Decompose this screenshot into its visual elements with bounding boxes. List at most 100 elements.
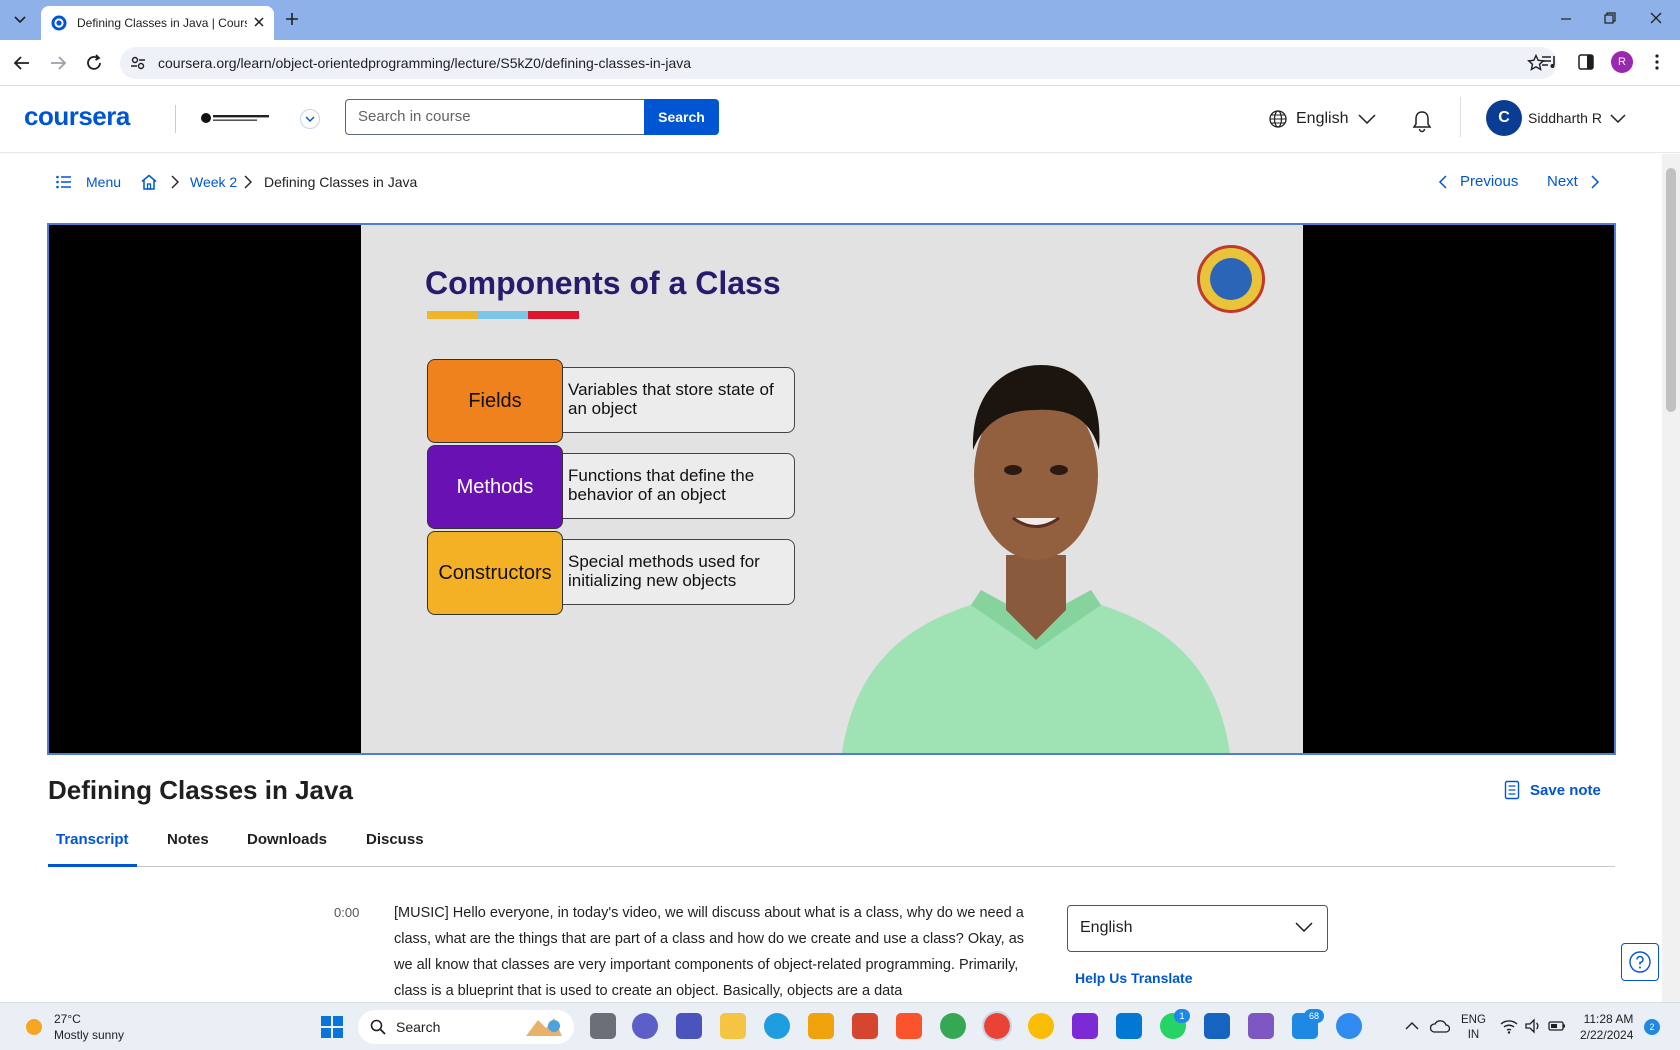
site-settings-icon[interactable] <box>130 55 146 71</box>
taskbar-search[interactable]: Search <box>358 1010 574 1044</box>
component-label: Fields <box>427 359 563 443</box>
header-divider <box>175 105 176 133</box>
previous-item-button[interactable]: Previous <box>1438 173 1518 190</box>
component-description: Special methods used for initializing ne… <box>547 539 795 605</box>
transcript-language-select[interactable]: English <box>1067 905 1328 952</box>
close-tab-icon[interactable] <box>252 15 266 29</box>
slide-title: Components of a Class <box>425 265 781 301</box>
kebab-menu-icon[interactable] <box>1648 53 1666 71</box>
restore-icon[interactable] <box>1602 10 1618 26</box>
save-note-button[interactable]: Save note <box>1504 780 1601 800</box>
cloud-drive-icon[interactable] <box>1430 1017 1450 1035</box>
breadcrumb-week-link[interactable]: Week 2 <box>190 174 237 190</box>
coursera-logo[interactable]: coursera <box>24 101 130 132</box>
course-search-input[interactable]: Search in course <box>345 99 645 135</box>
microsoft-store-icon[interactable] <box>808 1013 834 1039</box>
notification-count-badge[interactable]: 2 <box>1644 1019 1660 1035</box>
vscode-icon[interactable] <box>1116 1013 1142 1039</box>
file-explorer-icon[interactable] <box>720 1013 746 1039</box>
transcript-text[interactable]: [MUSIC] Hello everyone, in today's video… <box>394 900 1036 1002</box>
windows-start-icon[interactable] <box>321 1016 343 1038</box>
reload-icon[interactable] <box>84 53 104 73</box>
help-us-translate-link[interactable]: Help Us Translate <box>1075 970 1193 986</box>
scrollbar-thumb[interactable] <box>1666 168 1676 412</box>
wifi-icon[interactable] <box>1500 1018 1518 1034</box>
system-clock[interactable]: 11:28 AM 2/22/2024 <box>1580 1011 1633 1043</box>
intellij-icon[interactable] <box>1072 1013 1098 1039</box>
address-bar[interactable]: coursera.org/learn/object-orientedprogra… <box>120 47 1557 79</box>
windows-taskbar: 27°C Mostly sunny Search 1 68 ENG IN 11:… <box>0 1002 1680 1050</box>
back-arrow-icon[interactable] <box>12 53 32 73</box>
partner-university-logo[interactable] <box>200 112 276 124</box>
tab-transcript[interactable]: Transcript <box>48 831 137 867</box>
video-player[interactable]: Components of a Class Variables that sto… <box>47 223 1616 755</box>
remote-app-icon[interactable] <box>1204 1013 1230 1039</box>
notifications-bell-icon[interactable] <box>1410 109 1434 133</box>
browser-toolbar: coursera.org/learn/object-orientedprogra… <box>0 40 1680 86</box>
weather-temperature: 27°C <box>54 1012 81 1026</box>
next-label: Next <box>1547 173 1578 190</box>
task-view-icon[interactable] <box>590 1013 616 1039</box>
media-controls-icon[interactable] <box>1540 53 1558 71</box>
page-scrollbar[interactable] <box>1662 154 1680 1002</box>
input-region-code: IN <box>1467 1029 1480 1041</box>
tab-downloads[interactable]: Downloads <box>239 831 335 867</box>
chevron-up-icon[interactable] <box>1405 1021 1419 1031</box>
whatsapp-badge: 1 <box>1174 1009 1190 1023</box>
partner-dropdown-button[interactable] <box>300 109 320 129</box>
snipping-tool-icon[interactable] <box>852 1013 878 1039</box>
chevron-right-icon <box>244 175 252 189</box>
speaker-icon[interactable] <box>1524 1018 1542 1034</box>
chevron-down-icon <box>1358 114 1377 124</box>
language-selector[interactable]: English <box>1268 109 1377 129</box>
teams-icon[interactable] <box>676 1013 702 1039</box>
clock-date: 2/22/2024 <box>1580 1028 1634 1042</box>
side-panel-icon[interactable] <box>1577 53 1595 71</box>
transcript-timestamp[interactable]: 0:00 <box>334 905 359 920</box>
new-tab-icon[interactable] <box>283 10 301 28</box>
forward-arrow-icon[interactable] <box>48 53 68 73</box>
chrome-icon[interactable] <box>1028 1013 1054 1039</box>
close-window-icon[interactable] <box>1648 10 1664 26</box>
slide-component-row: Functions that define the behavior of an… <box>427 445 797 529</box>
chrome-active-icon[interactable] <box>982 1011 1012 1041</box>
url-text: coursera.org/learn/object-orientedprogra… <box>158 55 692 71</box>
clock-time: 11:28 AM <box>1583 1012 1634 1026</box>
bird-app-icon[interactable] <box>1336 1013 1362 1039</box>
transcript-language-value: English <box>1080 919 1133 936</box>
browser-tab-active[interactable]: Defining Classes in Java | Coursera <box>41 6 274 40</box>
chevron-right-icon <box>171 175 179 189</box>
coursera-header: coursera Search in course Search English… <box>0 87 1680 153</box>
component-description: Variables that store state of an object <box>547 367 795 433</box>
search-icon <box>370 1019 386 1035</box>
home-icon[interactable] <box>140 173 158 191</box>
header-divider <box>1460 97 1461 137</box>
tab-title: Defining Classes in Java | Coursera <box>77 16 247 30</box>
slide-component-row: Special methods used for initializing ne… <box>427 531 797 615</box>
weather-widget[interactable]: 27°C Mostly sunny <box>22 1011 124 1043</box>
minimize-icon[interactable] <box>1558 10 1574 26</box>
component-description: Functions that define the behavior of an… <box>547 453 795 519</box>
user-menu[interactable]: Siddharth R <box>1528 110 1626 126</box>
search-button[interactable]: Search <box>644 99 719 135</box>
underline-band <box>427 311 478 319</box>
browser-profile-avatar[interactable]: R <box>1611 51 1633 73</box>
chevron-right-icon <box>1591 174 1599 189</box>
battery-icon[interactable] <box>1548 1018 1566 1034</box>
tab-discuss[interactable]: Discuss <box>358 831 432 867</box>
lesson-tabs: Transcript Notes Downloads Discuss <box>48 823 1615 867</box>
edge-browser-icon[interactable] <box>764 1013 790 1039</box>
chevron-down-icon <box>1295 922 1313 932</box>
meet-chat-icon[interactable] <box>632 1013 658 1039</box>
course-menu-button[interactable]: Menu <box>56 174 121 190</box>
chrome-profile-icon[interactable] <box>940 1013 966 1039</box>
brave-browser-icon[interactable] <box>896 1013 922 1039</box>
next-item-button[interactable]: Next <box>1547 173 1600 190</box>
input-language-indicator[interactable]: ENG IN <box>1461 1013 1486 1043</box>
clapper-icon[interactable] <box>1248 1013 1274 1039</box>
tab-search-button[interactable] <box>8 8 32 32</box>
language-label: English <box>1296 110 1349 127</box>
tab-notes[interactable]: Notes <box>159 831 217 867</box>
help-button[interactable] <box>1621 943 1659 981</box>
user-avatar[interactable]: C <box>1486 100 1522 136</box>
